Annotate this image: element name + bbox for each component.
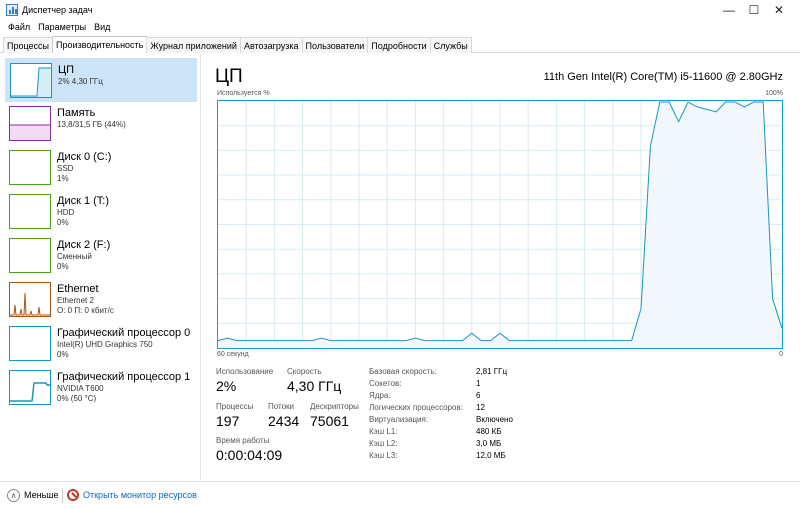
sidebar-item-detail: Ethernet 2 bbox=[57, 296, 94, 305]
sidebar-item-name: Диск 2 (F:) bbox=[57, 239, 111, 251]
sidebar-item-disk-2[interactable]: Диск 2 (F:) Сменный 0% bbox=[5, 234, 197, 278]
tab-details[interactable]: Подробности bbox=[367, 37, 431, 53]
handles-label: Дескрипторы bbox=[310, 402, 359, 411]
graph-y-label: Используется % bbox=[217, 90, 270, 97]
sidebar-item-name: Графический процессор 1 bbox=[57, 371, 191, 383]
virtualization-value: Включено bbox=[476, 415, 513, 424]
cpu-model: 11th Gen Intel(R) Core(TM) i5-11600 @ 2.… bbox=[543, 71, 783, 83]
threads-label: Потоки bbox=[268, 402, 295, 411]
close-icon: ✕ bbox=[773, 3, 785, 17]
memory-thumbnail bbox=[9, 106, 51, 141]
sidebar-item-detail: 13,8/31,5 ГБ (44%) bbox=[57, 120, 126, 129]
sidebar-item-name: Графический процессор 0 bbox=[57, 327, 191, 339]
speed-value: 4,30 ГГц bbox=[287, 378, 342, 394]
uptime-value: 0:00:04:09 bbox=[216, 447, 283, 463]
ethernet-thumbnail bbox=[9, 282, 51, 317]
l1-cache-value: 480 КБ bbox=[476, 427, 502, 436]
sidebar-item-name: Диск 1 (T:) bbox=[57, 195, 110, 207]
sidebar-item-detail: 0% bbox=[57, 218, 69, 227]
menu-view[interactable]: Вид bbox=[90, 20, 114, 36]
sidebar-item-gpu-0[interactable]: Графический процессор 0 Intel(R) UHD Gra… bbox=[5, 322, 197, 366]
sockets-label: Сокетов: bbox=[369, 379, 402, 388]
uptime-label: Время работы bbox=[216, 436, 270, 445]
sidebar-item-name: Память bbox=[57, 107, 96, 119]
cores-value: 6 bbox=[476, 391, 481, 400]
processes-value: 197 bbox=[216, 413, 240, 429]
l1-cache-label: Кэш L1: bbox=[369, 427, 398, 436]
sidebar-item-ethernet[interactable]: Ethernet Ethernet 2 О: 0 П: 0 кбит/с bbox=[5, 278, 197, 322]
gpu-thumbnail bbox=[9, 326, 51, 361]
base-speed-value: 2,81 ГГц bbox=[476, 367, 508, 376]
menu-bar: Файл Параметры Вид bbox=[0, 20, 800, 36]
title-bar: Диспетчер задач — ☐ ✕ bbox=[0, 0, 800, 20]
gpu-thumbnail bbox=[9, 370, 51, 405]
cpu-usage-chart bbox=[218, 101, 782, 348]
resource-monitor-icon[interactable] bbox=[67, 489, 79, 501]
logical-processors-value: 12 bbox=[476, 403, 485, 412]
cpu-panel: ЦП 11th Gen Intel(R) Core(TM) i5-11600 @… bbox=[213, 60, 788, 480]
disk-thumbnail bbox=[9, 238, 51, 273]
disk-thumbnail bbox=[9, 194, 51, 229]
sidebar-item-gpu-1[interactable]: Графический процессор 1 NVIDIA T600 0% (… bbox=[5, 366, 197, 410]
sidebar-item-name: Диск 0 (C:) bbox=[57, 151, 112, 163]
sidebar-item-detail: Intel(R) UHD Graphics 750 bbox=[57, 340, 153, 349]
l2-cache-label: Кэш L2: bbox=[369, 439, 398, 448]
threads-value: 2434 bbox=[268, 413, 300, 429]
window-title: Диспетчер задач bbox=[22, 5, 93, 15]
virtualization-label: Виртуализация: bbox=[369, 415, 429, 424]
sidebar-item-detail: Сменный bbox=[57, 252, 92, 261]
graph-time-label: 60 секунд bbox=[217, 351, 249, 358]
graph-min-label: 0 bbox=[779, 351, 783, 358]
open-resource-monitor-link[interactable]: Открыть монитор ресурсов bbox=[83, 490, 197, 500]
task-manager-icon bbox=[6, 4, 18, 16]
sidebar-item-cpu[interactable]: ЦП 2% 4,30 ГГц bbox=[5, 58, 197, 102]
sidebar-item-detail: 0% bbox=[57, 350, 69, 359]
page-title: ЦП bbox=[215, 66, 243, 87]
tab-services[interactable]: Службы bbox=[429, 37, 472, 53]
sockets-value: 1 bbox=[476, 379, 481, 388]
sidebar-item-detail: 0% bbox=[57, 262, 69, 271]
cpu-usage-graph bbox=[217, 100, 783, 349]
sidebar-item-detail: SSD bbox=[57, 164, 74, 173]
fewer-details-button[interactable]: Меньше bbox=[24, 490, 59, 500]
close-button[interactable]: ✕ bbox=[756, 0, 800, 20]
sidebar-item-detail: NVIDIA T600 bbox=[57, 384, 104, 393]
sidebar-item-detail: HDD bbox=[57, 208, 75, 217]
tab-users[interactable]: Пользователи bbox=[301, 37, 369, 53]
usage-value: 2% bbox=[216, 378, 237, 394]
speed-label: Скорость bbox=[287, 367, 322, 376]
sidebar-item-name: Ethernet bbox=[57, 283, 99, 295]
sidebar-item-detail: 2% 4,30 ГГц bbox=[58, 77, 103, 86]
tab-app-history[interactable]: Журнал приложений bbox=[146, 37, 241, 53]
tab-startup[interactable]: Автозагрузка bbox=[239, 37, 303, 53]
handles-value: 75061 bbox=[310, 413, 349, 429]
menu-options[interactable]: Параметры bbox=[34, 20, 90, 36]
usage-label: Использование bbox=[216, 367, 274, 376]
cores-label: Ядра: bbox=[369, 391, 391, 400]
footer-bar: ∧ Меньше Открыть монитор ресурсов bbox=[0, 481, 800, 510]
sidebar-item-memory[interactable]: Память 13,8/31,5 ГБ (44%) bbox=[5, 102, 197, 146]
resource-sidebar: ЦП 2% 4,30 ГГц Память 13,8/31,5 ГБ (44%)… bbox=[0, 54, 201, 480]
sidebar-item-disk-1[interactable]: Диск 1 (T:) HDD 0% bbox=[5, 190, 197, 234]
disk-thumbnail bbox=[9, 150, 51, 185]
l3-cache-value: 12,0 МБ bbox=[476, 451, 506, 460]
footer-divider bbox=[62, 488, 63, 503]
chevron-up-icon[interactable]: ∧ bbox=[7, 489, 20, 502]
l2-cache-value: 3,0 МБ bbox=[476, 439, 502, 448]
sidebar-item-detail: О: 0 П: 0 кбит/с bbox=[57, 306, 114, 315]
base-speed-label: Базовая скорость: bbox=[369, 367, 437, 376]
sidebar-item-detail: 1% bbox=[57, 174, 69, 183]
tab-processes[interactable]: Процессы bbox=[3, 37, 54, 53]
sidebar-item-detail: 0% (50 °C) bbox=[57, 394, 97, 403]
graph-max-label: 100% bbox=[765, 90, 783, 97]
logical-processors-label: Логических процессоров: bbox=[369, 403, 463, 412]
tab-bar: Процессы Производительность Журнал прило… bbox=[0, 36, 800, 53]
processes-label: Процессы bbox=[216, 402, 254, 411]
tab-performance[interactable]: Производительность bbox=[52, 36, 148, 53]
l3-cache-label: Кэш L3: bbox=[369, 451, 398, 460]
menu-file[interactable]: Файл bbox=[4, 20, 34, 36]
sidebar-item-disk-0[interactable]: Диск 0 (C:) SSD 1% bbox=[5, 146, 197, 190]
sidebar-item-name: ЦП bbox=[58, 64, 75, 76]
cpu-thumbnail bbox=[10, 63, 52, 98]
